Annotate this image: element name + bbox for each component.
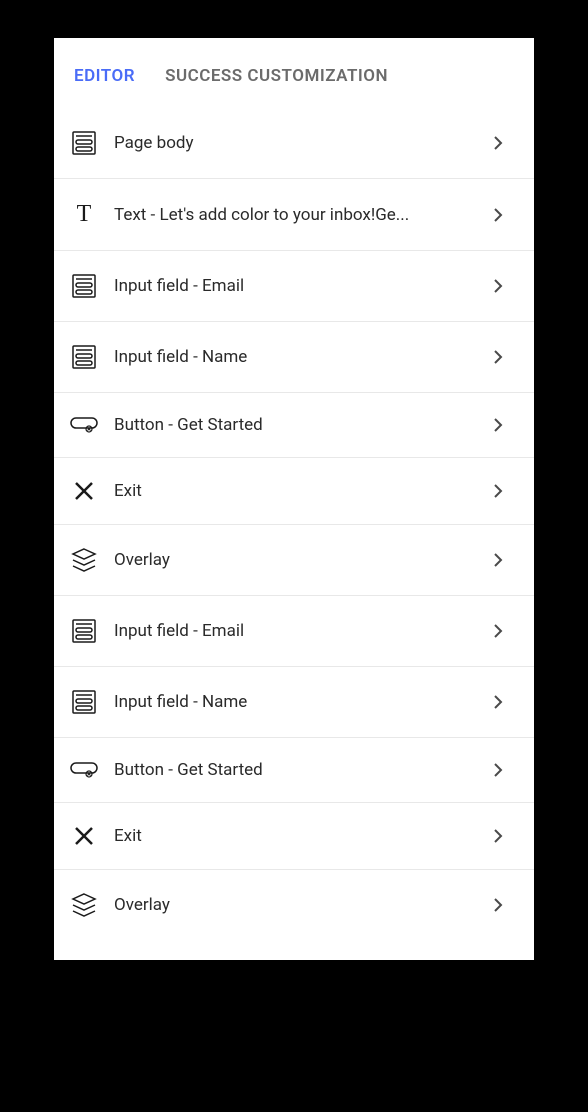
editor-panel: EDITOR SUCCESS CUSTOMIZATION Page body T [54, 38, 534, 960]
chevron-right-icon [486, 552, 510, 568]
chevron-right-icon [486, 417, 510, 433]
item-label: Input field - Name [114, 692, 486, 712]
list-item-button-get-started[interactable]: Button - Get Started [54, 738, 534, 803]
chevron-right-icon [486, 762, 510, 778]
chevron-right-icon [486, 623, 510, 639]
button-icon [54, 761, 114, 779]
button-icon [54, 416, 114, 434]
chevron-right-icon [486, 483, 510, 499]
list-item-exit[interactable]: Exit [54, 803, 534, 870]
item-label: Exit [114, 826, 486, 846]
input-field-icon [54, 273, 114, 299]
tabs: EDITOR SUCCESS CUSTOMIZATION [54, 38, 534, 108]
list-item-input-name[interactable]: Input field - Name [54, 667, 534, 738]
item-label: Input field - Email [114, 276, 486, 296]
tab-editor[interactable]: EDITOR [74, 66, 135, 86]
item-label: Page body [114, 133, 486, 153]
item-label: Input field - Name [114, 347, 486, 367]
list-item-overlay[interactable]: Overlay [54, 525, 534, 596]
list-item-input-email[interactable]: Input field - Email [54, 251, 534, 322]
item-label: Input field - Email [114, 621, 486, 641]
list-item-page-body[interactable]: Page body [54, 108, 534, 179]
page-body-icon [54, 130, 114, 156]
input-field-icon [54, 344, 114, 370]
item-label: Exit [114, 481, 486, 501]
chevron-right-icon [486, 278, 510, 294]
list-item-exit[interactable]: Exit [54, 458, 534, 525]
chevron-right-icon [486, 897, 510, 913]
close-icon [54, 480, 114, 502]
item-label: Overlay [114, 550, 486, 570]
chevron-right-icon [486, 135, 510, 151]
chevron-right-icon [486, 828, 510, 844]
item-label: Overlay [114, 895, 486, 915]
chevron-right-icon [486, 694, 510, 710]
item-label: Button - Get Started [114, 760, 486, 780]
list-item-input-name[interactable]: Input field - Name [54, 322, 534, 393]
chevron-right-icon [486, 349, 510, 365]
input-field-icon [54, 618, 114, 644]
list-item-button-get-started[interactable]: Button - Get Started [54, 393, 534, 458]
list-item-overlay[interactable]: Overlay [54, 870, 534, 940]
chevron-right-icon [486, 207, 510, 223]
list-item-input-email[interactable]: Input field - Email [54, 596, 534, 667]
element-list: Page body T Text - Let's add color to yo… [54, 108, 534, 960]
item-label: Text - Let's add color to your inbox!Ge.… [114, 205, 486, 225]
layers-icon [54, 892, 114, 918]
text-icon: T [54, 201, 114, 228]
item-label: Button - Get Started [114, 415, 486, 435]
tab-success-customization[interactable]: SUCCESS CUSTOMIZATION [165, 66, 388, 86]
close-icon [54, 825, 114, 847]
layers-icon [54, 547, 114, 573]
input-field-icon [54, 689, 114, 715]
list-item-text[interactable]: T Text - Let's add color to your inbox!G… [54, 179, 534, 251]
